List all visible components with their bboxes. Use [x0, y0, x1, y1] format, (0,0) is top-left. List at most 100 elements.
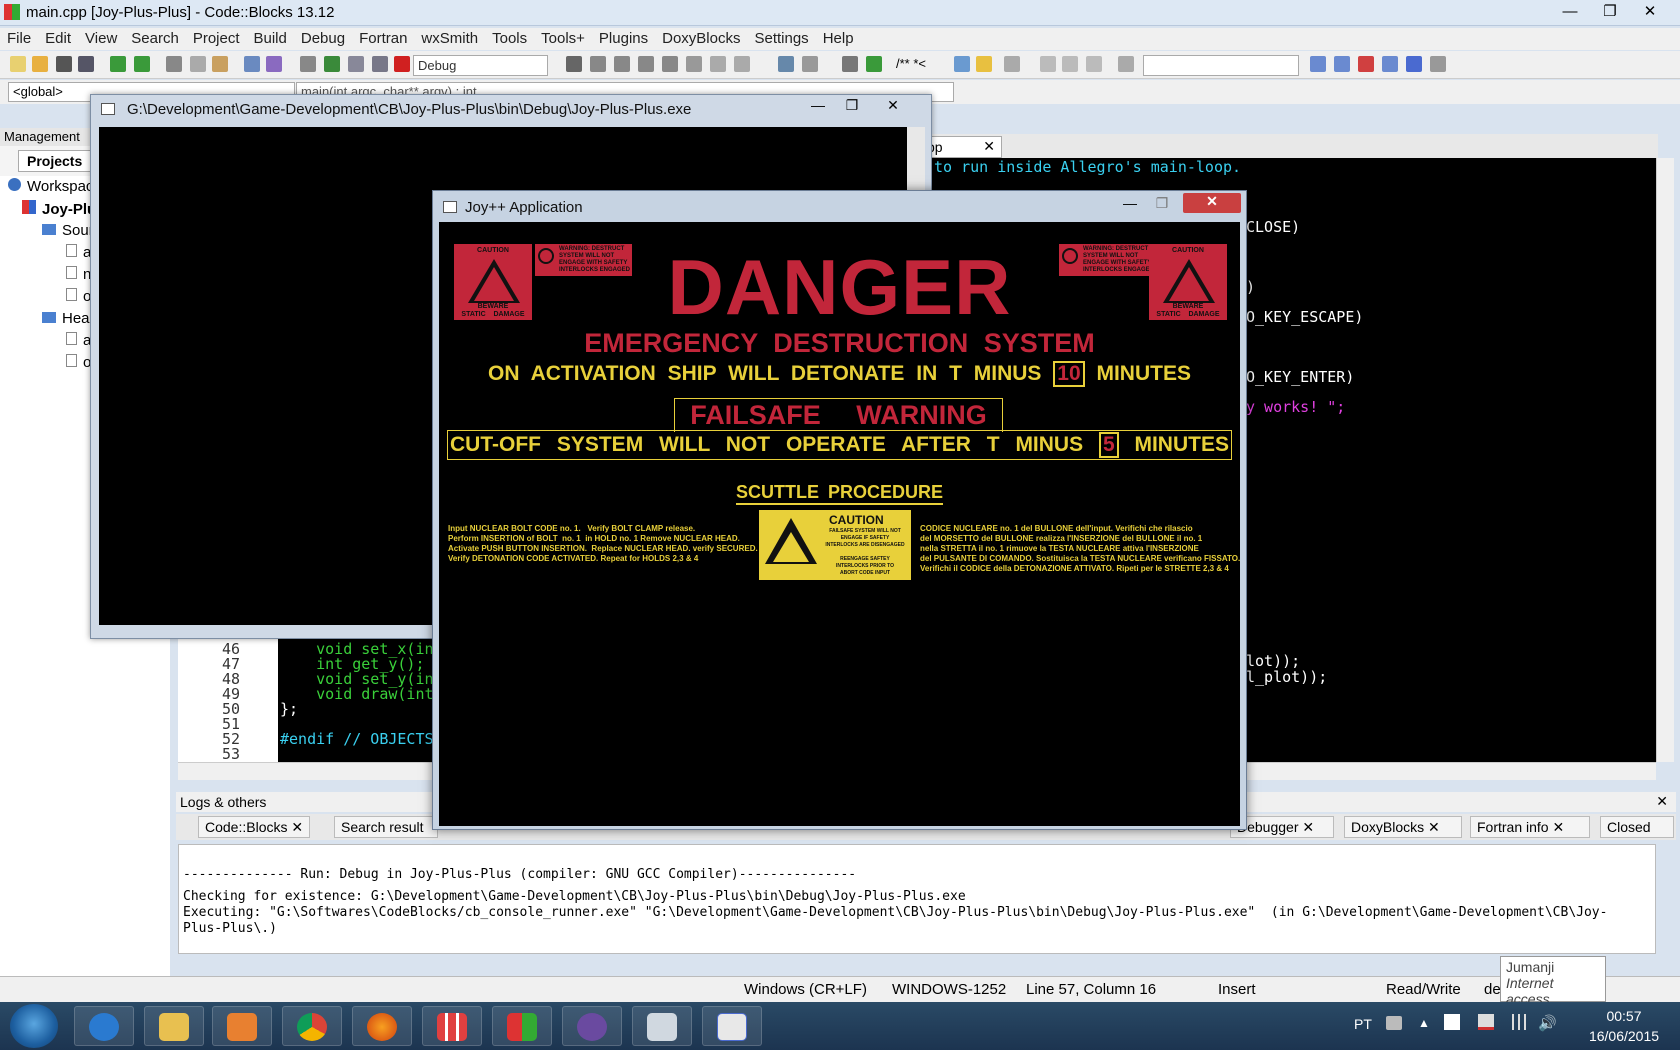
menu-help[interactable]: Help — [816, 28, 861, 49]
tree-file[interactable]: a — [66, 332, 91, 349]
step-into-icon[interactable] — [638, 56, 654, 72]
menu-debug[interactable]: Debug — [294, 28, 352, 49]
console-maximize-button[interactable]: ❐ — [837, 97, 867, 117]
console-minimize-button[interactable]: — — [803, 97, 833, 117]
build-gear-icon[interactable] — [300, 56, 316, 72]
log-tab-fortran-info[interactable]: Fortran info ✕ — [1470, 816, 1590, 838]
step-out-icon[interactable] — [662, 56, 678, 72]
debug-windows-icon[interactable] — [778, 56, 794, 72]
menu-doxyblocks[interactable]: DoxyBlocks — [655, 28, 747, 49]
joy-close-button[interactable]: ✕ — [1183, 193, 1241, 213]
menu-tools-plus[interactable]: Tools+ — [534, 28, 592, 49]
next-instruction-icon[interactable] — [686, 56, 702, 72]
joy-render-canvas[interactable]: CAUTION BEWARE STATIC DAMAGE WARNING: DE… — [439, 222, 1240, 826]
minimize-button[interactable]: — — [1550, 2, 1590, 22]
regex-icon[interactable] — [1382, 56, 1398, 72]
menu-view[interactable]: View — [78, 28, 124, 49]
taskbar-media[interactable] — [212, 1006, 272, 1046]
build-target-select[interactable]: Debug — [413, 55, 548, 76]
match-case-icon[interactable] — [1406, 56, 1422, 72]
new-file-icon[interactable] — [10, 56, 26, 72]
menu-fortran[interactable]: Fortran — [352, 28, 414, 49]
abort-icon[interactable] — [394, 56, 410, 72]
log-tab-doxyblocks[interactable]: DoxyBlocks ✕ — [1344, 816, 1462, 838]
stop-debugger-icon[interactable] — [734, 56, 750, 72]
taskbar-github[interactable] — [562, 1006, 622, 1046]
console-close-button[interactable]: ✕ — [875, 97, 911, 117]
taskbar-codeblocks[interactable] — [492, 1006, 552, 1046]
paste-icon[interactable] — [212, 56, 228, 72]
tree-workspace[interactable]: Workspace — [8, 178, 102, 195]
doxy-extract-icon[interactable] — [866, 56, 882, 72]
build-run-icon[interactable] — [348, 56, 364, 72]
incremental-search-input[interactable] — [1143, 55, 1299, 76]
menu-wxsmith[interactable]: wxSmith — [414, 28, 485, 49]
build-log[interactable]: -------------- Run: Debug in Joy-Plus-Pl… — [178, 844, 1656, 954]
search-forward-icon[interactable] — [1334, 56, 1350, 72]
copy-icon[interactable] — [190, 56, 206, 72]
cut-icon[interactable] — [166, 56, 182, 72]
doxy-html-icon[interactable] — [954, 56, 970, 72]
menu-settings[interactable]: Settings — [747, 28, 815, 49]
tree-file[interactable]: o — [66, 354, 91, 371]
open-file-icon[interactable] — [32, 56, 48, 72]
taskbar-ie[interactable] — [74, 1006, 134, 1046]
replace-icon[interactable] — [266, 56, 282, 72]
tray-language[interactable]: PT — [1354, 1016, 1372, 1032]
keyboard-icon[interactable] — [1386, 1016, 1402, 1030]
taskbar-console[interactable] — [632, 1006, 692, 1046]
tree-file[interactable]: o — [66, 288, 91, 305]
menu-file[interactable]: File — [0, 28, 38, 49]
joy-minimize-button[interactable]: — — [1115, 195, 1145, 213]
menu-project[interactable]: Project — [186, 28, 247, 49]
highlight-icon[interactable] — [1358, 56, 1374, 72]
jump-back-icon[interactable] — [1040, 56, 1056, 72]
next-line-icon[interactable] — [614, 56, 630, 72]
update-warning-icon[interactable] — [1478, 1014, 1494, 1030]
taskbar-firefox[interactable] — [352, 1006, 412, 1046]
jump-forward-icon[interactable] — [1086, 56, 1102, 72]
run-to-cursor-icon[interactable] — [590, 56, 606, 72]
save-all-icon[interactable] — [78, 56, 94, 72]
log-tab-codeblocks[interactable]: Code::Blocks ✕ — [198, 816, 310, 838]
doxy-comment-button[interactable]: /** *< — [896, 56, 926, 71]
bookmark-icon[interactable] — [1062, 56, 1078, 72]
debug-info-icon[interactable] — [802, 56, 818, 72]
break-debugger-icon[interactable] — [710, 56, 726, 72]
network-signal-icon[interactable] — [1508, 1014, 1526, 1030]
run-icon[interactable] — [324, 56, 340, 72]
search-back-icon[interactable] — [1310, 56, 1326, 72]
doxy-chm-icon[interactable] — [976, 56, 992, 72]
volume-icon[interactable]: 🔊 — [1538, 1014, 1557, 1032]
editor-vertical-scrollbar[interactable] — [1656, 158, 1674, 762]
settings-wrench-icon[interactable] — [1004, 56, 1020, 72]
tree-file[interactable]: n — [66, 266, 91, 283]
taskbar-chrome[interactable] — [282, 1006, 342, 1046]
close-button[interactable]: ✕ — [1630, 2, 1670, 22]
menu-build[interactable]: Build — [247, 28, 294, 49]
rebuild-icon[interactable] — [372, 56, 388, 72]
clear-icon[interactable] — [1430, 56, 1446, 72]
redo-icon[interactable] — [134, 56, 150, 72]
clear-search-icon[interactable] — [1118, 56, 1134, 72]
joy-maximize-button[interactable]: ❐ — [1147, 195, 1177, 213]
action-center-flag-icon[interactable] — [1444, 1014, 1460, 1030]
find-icon[interactable] — [244, 56, 260, 72]
logs-close-icon[interactable]: ✕ — [1656, 793, 1668, 810]
menu-edit[interactable]: Edit — [38, 28, 78, 49]
taskbar-apps[interactable] — [422, 1006, 482, 1046]
tab-close-icon[interactable]: ✕ — [983, 138, 995, 155]
log-tab-search-results[interactable]: Search result — [334, 816, 438, 838]
debug-run-icon[interactable] — [566, 56, 582, 72]
tree-file[interactable]: a — [66, 244, 91, 261]
maximize-button[interactable]: ❐ — [1590, 2, 1630, 22]
system-clock[interactable]: 00:57 16/06/2015 — [1582, 1006, 1666, 1046]
menu-search[interactable]: Search — [124, 28, 186, 49]
doxy-wizard-icon[interactable] — [842, 56, 858, 72]
log-tab-closed[interactable]: Closed — [1600, 816, 1674, 838]
taskbar-explorer[interactable] — [144, 1006, 204, 1046]
start-button[interactable] — [10, 1004, 58, 1048]
taskbar-joy-app[interactable] — [702, 1006, 762, 1046]
menu-plugins[interactable]: Plugins — [592, 28, 655, 49]
menu-tools[interactable]: Tools — [485, 28, 534, 49]
